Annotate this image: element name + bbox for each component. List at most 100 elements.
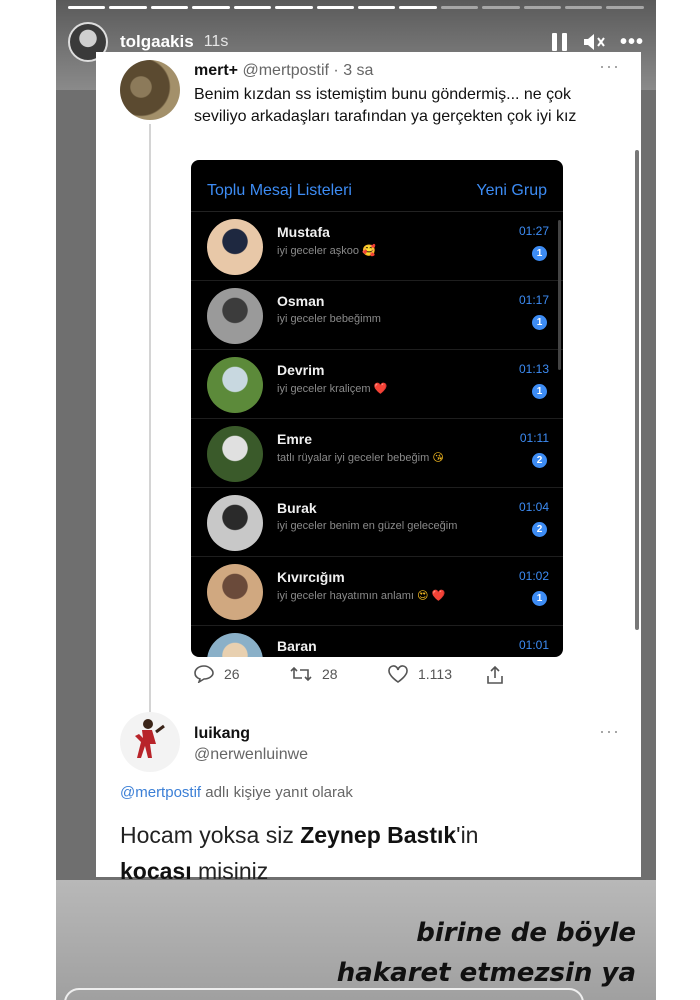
story-progress-segment bbox=[275, 6, 313, 9]
chat-contact-name: Baran bbox=[277, 638, 317, 654]
page-scrollbar[interactable] bbox=[635, 150, 639, 630]
chat-last-message: tatlı rüyalar iyi geceler bebeğim 😘 bbox=[277, 452, 444, 464]
story-progress-segment bbox=[440, 6, 479, 9]
pause-icon[interactable] bbox=[551, 33, 568, 51]
chat-contact-name: Mustafa bbox=[277, 224, 330, 240]
reply-author-avatar[interactable] bbox=[120, 712, 180, 772]
tweet-author-name[interactable]: mert+ bbox=[194, 62, 238, 79]
unread-badge: 1 bbox=[532, 591, 547, 606]
story-time-ago: 11s bbox=[203, 33, 229, 50]
reply-author-handle[interactable]: @nerwenluinwe bbox=[194, 746, 308, 764]
chat-screenshot: Toplu Mesaj Listeleri Yeni Grup Mustafa i… bbox=[191, 160, 563, 657]
chat-avatar bbox=[207, 219, 263, 275]
reply-text-bold: Zeynep Bastık bbox=[300, 822, 457, 848]
story-progress-segment bbox=[233, 6, 272, 9]
story-username[interactable]: tolgaakis bbox=[120, 32, 194, 52]
tweet-author-handle[interactable]: @mertpostif bbox=[242, 62, 328, 79]
like-count: 1.113 bbox=[418, 666, 452, 682]
heart-icon bbox=[388, 665, 408, 683]
chat-time: 01:02 bbox=[518, 569, 549, 583]
story-progress-segment bbox=[68, 6, 106, 9]
story-progress-segment bbox=[523, 6, 562, 9]
unread-badge: 2 bbox=[532, 453, 547, 468]
chat-time: 01:17 bbox=[518, 293, 549, 307]
story-caption-line-2: hakaret etmezsin ya bbox=[336, 958, 636, 988]
like-button[interactable]: 1.113 bbox=[388, 665, 452, 683]
tweet-card: mert+ @mertpostif · 3 sa ··· Benim kızda… bbox=[96, 52, 641, 884]
story-progress-segment bbox=[316, 6, 354, 9]
share-button[interactable] bbox=[486, 665, 514, 685]
chat-emoji: 🥰 bbox=[362, 245, 376, 257]
chat-time: 01:11 bbox=[519, 431, 549, 445]
chat-last-message: iyi geceler bebeğimm bbox=[277, 313, 381, 325]
chat-time: 01:04 bbox=[518, 500, 549, 514]
story-progress-bar bbox=[68, 6, 644, 9]
chat-list-item[interactable]: Osman iyi geceler bebeğimm 01:17 1 bbox=[191, 281, 563, 350]
chat-last-message: iyi geceler aşkoo 🥰 bbox=[277, 245, 376, 257]
reply-text-part: 'in bbox=[456, 822, 479, 848]
reply-button[interactable]: 26 bbox=[194, 665, 240, 683]
story-progress-segment bbox=[150, 6, 189, 9]
unread-badge: 1 bbox=[532, 246, 547, 261]
tweet-header: mert+ @mertpostif · 3 sa bbox=[194, 62, 373, 80]
more-options-icon[interactable]: ••• bbox=[620, 32, 644, 52]
chat-time: 01:27 bbox=[518, 224, 549, 238]
tweet-more-icon[interactable]: ··· bbox=[599, 56, 620, 77]
chat-contact-name: Osman bbox=[277, 293, 325, 309]
story-progress-segment bbox=[109, 6, 147, 9]
thread-line bbox=[149, 124, 151, 712]
chat-last-message: iyi geceler benim en güzel geleceğim bbox=[277, 520, 458, 532]
chat-last-message: iyi geceler kraliçem ❤️ bbox=[277, 383, 388, 395]
chat-contact-name: Kıvırcığım bbox=[277, 569, 345, 585]
chat-time: 01:13 bbox=[518, 362, 549, 376]
tweet-actions: 26 28 1.113 bbox=[194, 665, 574, 689]
tweet-time: · 3 sa bbox=[333, 62, 374, 79]
story-progress-segment bbox=[482, 6, 520, 9]
story-caption-line-1: birine de böyle bbox=[416, 918, 636, 948]
story-progress-segment bbox=[399, 6, 437, 9]
retweet-button[interactable]: 28 bbox=[290, 665, 338, 683]
unread-badge: 1 bbox=[532, 315, 547, 330]
reply-text: Hocam yoksa siz Zeynep Bastık'in kocası … bbox=[120, 817, 630, 889]
story-progress-segment bbox=[606, 6, 644, 9]
chat-screenshot-header: Toplu Mesaj Listeleri Yeni Grup bbox=[191, 160, 563, 212]
story-controls: ••• bbox=[551, 32, 644, 52]
retweet-count: 28 bbox=[322, 666, 338, 682]
chat-list-item[interactable]: Kıvırcığım iyi geceler hayatımın anlamı 😍… bbox=[191, 557, 563, 626]
chat-contact-name: Emre bbox=[277, 431, 313, 447]
chat-list-item[interactable]: Devrim iyi geceler kraliçem ❤️ 01:13 1 bbox=[191, 350, 563, 419]
chat-emoji: 😘 bbox=[432, 452, 444, 464]
chat-last-message: iyi geceler hayatımın anlamı 😍 ❤️ bbox=[277, 590, 446, 602]
reply-icon bbox=[194, 665, 214, 683]
reply-mention-link[interactable]: @mertpostif bbox=[120, 784, 201, 801]
reply-text-part: misiniz bbox=[191, 858, 269, 884]
story-progress-segment bbox=[192, 6, 230, 9]
chat-avatar bbox=[207, 495, 263, 551]
chat-avatar bbox=[207, 564, 263, 620]
tweet-text: Benim kızdan ss istemiştim bunu göndermi… bbox=[194, 86, 577, 125]
new-group-link[interactable]: Yeni Grup bbox=[476, 182, 547, 200]
reply-count: 26 bbox=[224, 666, 240, 682]
share-icon bbox=[487, 665, 503, 684]
chat-list-item[interactable]: Mustafa iyi geceler aşkoo 🥰 01:27 1 bbox=[191, 212, 563, 281]
reply-to-suffix: adlı kişiye yanıt olarak bbox=[205, 784, 353, 801]
chat-list-item[interactable]: Emre tatlı rüyalar iyi geceler bebeğim 😘 0… bbox=[191, 419, 563, 488]
chat-list-item[interactable]: Burak iyi geceler benim en güzel geleceği… bbox=[191, 488, 563, 557]
reply-more-icon[interactable]: ··· bbox=[599, 721, 620, 742]
chat-avatar bbox=[207, 633, 263, 657]
chat-avatar bbox=[207, 288, 263, 344]
story-progress-segment bbox=[357, 6, 396, 9]
reply-header: luikang bbox=[194, 725, 250, 743]
broadcast-lists-link[interactable]: Toplu Mesaj Listeleri bbox=[207, 182, 352, 200]
chat-scrollbar bbox=[558, 220, 561, 370]
mute-icon[interactable] bbox=[582, 32, 606, 52]
retweet-icon bbox=[290, 666, 312, 682]
chat-time: 01:01 bbox=[518, 638, 549, 652]
tweet-author-avatar[interactable] bbox=[120, 60, 180, 120]
unread-badge: 1 bbox=[532, 384, 547, 399]
reply-author-name[interactable]: luikang bbox=[194, 725, 250, 742]
story-reply-input[interactable] bbox=[64, 988, 584, 1000]
story-frame: tolgaakis 11s ••• mert+ @mertpostif · 3 … bbox=[56, 0, 656, 1000]
story-progress-segment bbox=[565, 6, 603, 9]
chat-list-item[interactable]: Baran 01:01 bbox=[191, 626, 563, 657]
